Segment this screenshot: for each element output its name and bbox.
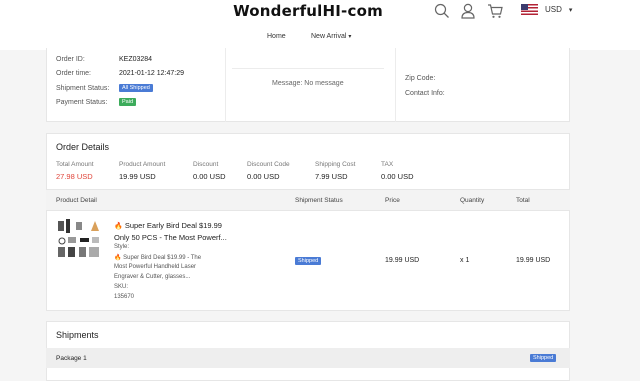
summary-label: Shipping Cost	[315, 161, 356, 168]
style-line: Engraver & Cutter, glasses...	[114, 274, 191, 280]
summary-label: Discount	[193, 161, 219, 168]
summary-value: 0.00 USD	[381, 172, 414, 181]
cart-icon[interactable]	[487, 3, 503, 19]
table-header: Product Detail Shipment Status Price Qua…	[46, 189, 570, 211]
nav-new-arrival[interactable]: New Arrival ▾	[311, 33, 351, 40]
summary-value: 19.99 USD	[119, 172, 156, 181]
summary-value: 7.99 USD	[315, 172, 348, 181]
column-header: Shipment Status	[295, 197, 343, 204]
contact-info-label: Contact Info:	[405, 90, 445, 97]
product-title[interactable]: 🔥 Super Early Bird Deal $19.99	[114, 221, 222, 230]
column-header: Total	[516, 197, 530, 204]
divider	[395, 48, 396, 122]
user-icon[interactable]	[460, 3, 476, 19]
divider	[232, 68, 384, 69]
summary-label: TAX	[381, 161, 394, 168]
style-line: Most Powerful Handheld Laser	[114, 264, 197, 270]
product-thumbnail[interactable]	[56, 219, 106, 259]
package-row[interactable]: Package 1 Shipped	[46, 348, 570, 368]
order-id-value: KEZ03284	[119, 56, 153, 63]
currency-label: USD	[545, 5, 562, 14]
shipment-status-label: Shipment Status:	[56, 85, 110, 92]
order-time-label: Order time:	[56, 70, 92, 77]
item-total: 19.99 USD	[516, 257, 551, 264]
main-nav: Home New Arrival ▾	[0, 32, 640, 46]
divider	[225, 48, 226, 122]
sku-label: SKU:	[114, 284, 129, 290]
sku-value: 135670	[114, 294, 135, 300]
summary-value: 0.00 USD	[247, 172, 280, 181]
style-value: 🔥 Super Bird Deal $19.99 - The	[114, 254, 201, 261]
payment-status-label: Payment Status:	[56, 99, 108, 106]
nav-home[interactable]: Home	[267, 33, 286, 40]
package-label: Package 1	[56, 355, 87, 362]
zip-code-label: Zip Code:	[405, 75, 436, 82]
summary-label: Total Amount	[56, 161, 94, 168]
product-image	[58, 219, 99, 257]
column-header: Product Detail	[56, 197, 97, 204]
order-details-title: Order Details	[56, 142, 110, 152]
payment-badge: Paid	[119, 98, 137, 106]
summary-label: Discount Code	[247, 161, 290, 168]
style-label: Style:	[114, 244, 130, 250]
column-header: Price	[385, 197, 400, 204]
product-title-line[interactable]: Only 50 PCS - The Most Powerf...	[114, 233, 227, 242]
fire-icon: 🔥	[114, 255, 122, 261]
order-time-value: 2021-01-12 12:47:29	[119, 70, 184, 77]
item-price: 19.99 USD	[385, 257, 420, 264]
nav-new-arrival-label: New Arrival	[311, 33, 347, 40]
chevron-down-icon: ▾	[348, 34, 352, 40]
search-icon[interactable]	[434, 3, 450, 19]
status-badge: Shipped	[295, 257, 322, 265]
order-id-label: Order ID:	[56, 56, 85, 63]
column-header: Quantity	[460, 197, 485, 204]
style-line: Super Bird Deal $19.99 - The	[123, 255, 202, 261]
currency-selector[interactable]: USD ▾	[521, 4, 572, 15]
status-badge: Shipped	[530, 354, 557, 362]
summary-label: Product Amount	[119, 161, 166, 168]
item-quantity: x 1	[460, 257, 470, 264]
product-title-line: Super Early Bird Deal $19.99	[124, 221, 222, 230]
summary-value: 0.00 USD	[193, 172, 226, 181]
us-flag-icon	[521, 4, 538, 15]
shipments-title: Shipments	[56, 330, 99, 340]
summary-total-value: 27.98 USD	[56, 172, 93, 181]
top-header: WonderfulHI-com USD ▾ Home New Arrival ▾	[0, 0, 640, 50]
status-badge: All Shipped	[119, 84, 153, 92]
fire-icon: 🔥	[114, 223, 123, 230]
order-message: Message: No message	[272, 80, 344, 87]
chevron-down-icon: ▾	[568, 6, 573, 14]
